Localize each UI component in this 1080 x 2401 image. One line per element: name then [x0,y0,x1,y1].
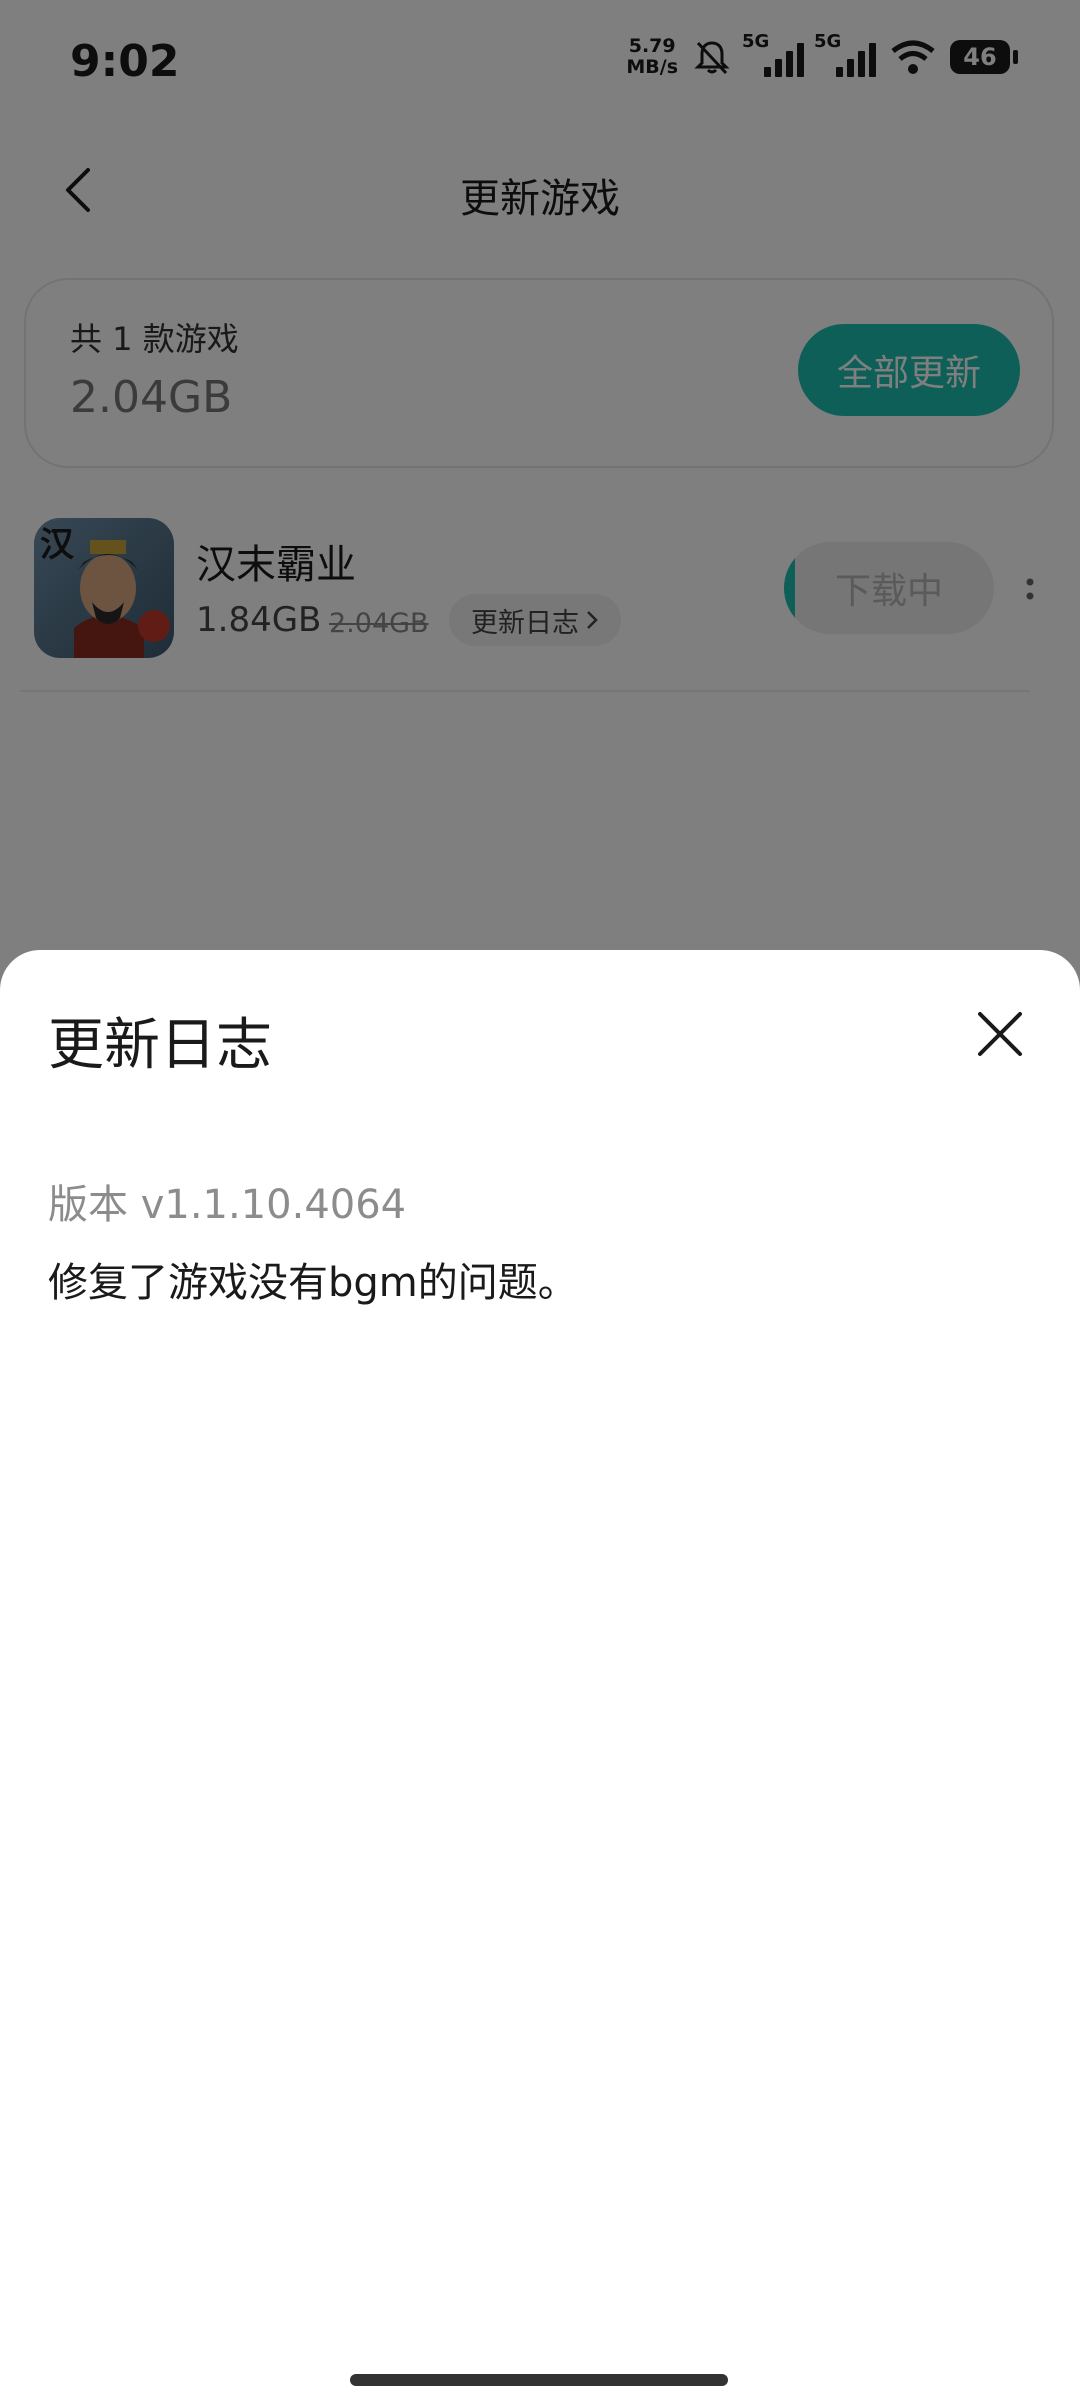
version-label: 版本 v1.1.10.4064 [48,1182,407,1228]
close-icon[interactable] [972,1006,1028,1062]
sheet-title: 更新日志 [48,1013,272,1078]
changelog-sheet: 更新日志 版本 v1.1.10.4064 修复了游戏没有bgm的问题。 [0,950,1080,2401]
changelog-text: 修复了游戏没有bgm的问题。 [48,1260,578,1306]
home-indicator[interactable] [350,2374,728,2386]
